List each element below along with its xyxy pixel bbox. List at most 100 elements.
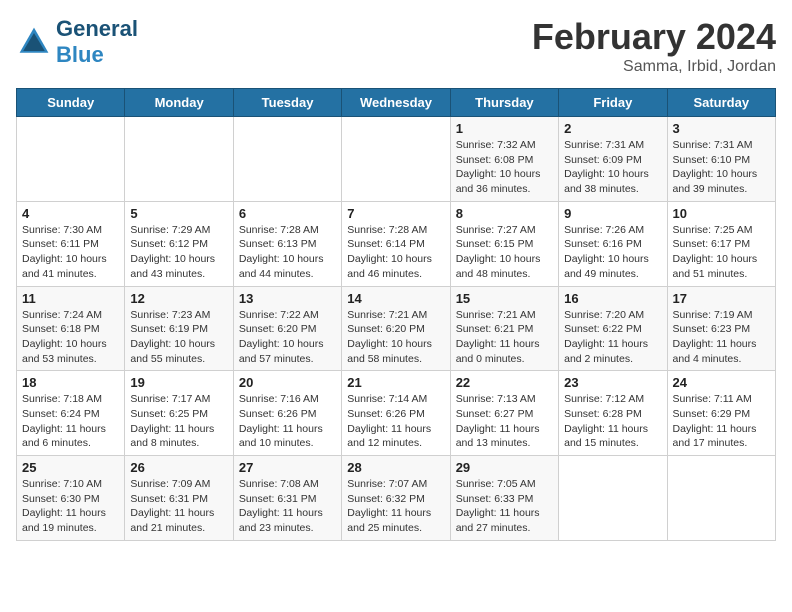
day-number: 22 bbox=[456, 375, 553, 390]
calendar-cell: 26 Sunrise: 7:09 AM Sunset: 6:31 PM Dayli… bbox=[125, 456, 233, 541]
calendar-body: 1 Sunrise: 7:32 AM Sunset: 6:08 PM Daylig… bbox=[17, 117, 776, 541]
logo-icon bbox=[16, 24, 52, 60]
header-day-tuesday: Tuesday bbox=[233, 89, 341, 117]
day-number: 1 bbox=[456, 121, 553, 136]
day-content: Sunrise: 7:11 AM Sunset: 6:29 PM Dayligh… bbox=[673, 392, 770, 451]
day-number: 6 bbox=[239, 206, 336, 221]
header-row: SundayMondayTuesdayWednesdayThursdayFrid… bbox=[17, 89, 776, 117]
day-content: Sunrise: 7:24 AM Sunset: 6:18 PM Dayligh… bbox=[22, 308, 119, 367]
calendar-cell bbox=[125, 117, 233, 202]
day-content: Sunrise: 7:05 AM Sunset: 6:33 PM Dayligh… bbox=[456, 477, 553, 536]
calendar-cell: 19 Sunrise: 7:17 AM Sunset: 6:25 PM Dayli… bbox=[125, 371, 233, 456]
day-content: Sunrise: 7:31 AM Sunset: 6:09 PM Dayligh… bbox=[564, 138, 661, 197]
day-number: 7 bbox=[347, 206, 444, 221]
day-number: 4 bbox=[22, 206, 119, 221]
calendar-table: SundayMondayTuesdayWednesdayThursdayFrid… bbox=[16, 88, 776, 541]
calendar-cell: 7 Sunrise: 7:28 AM Sunset: 6:14 PM Daylig… bbox=[342, 201, 450, 286]
day-number: 25 bbox=[22, 460, 119, 475]
day-content: Sunrise: 7:12 AM Sunset: 6:28 PM Dayligh… bbox=[564, 392, 661, 451]
day-content: Sunrise: 7:30 AM Sunset: 6:11 PM Dayligh… bbox=[22, 223, 119, 282]
calendar-cell: 18 Sunrise: 7:18 AM Sunset: 6:24 PM Dayli… bbox=[17, 371, 125, 456]
calendar-cell: 1 Sunrise: 7:32 AM Sunset: 6:08 PM Daylig… bbox=[450, 117, 558, 202]
calendar-cell: 28 Sunrise: 7:07 AM Sunset: 6:32 PM Dayli… bbox=[342, 456, 450, 541]
calendar-cell: 29 Sunrise: 7:05 AM Sunset: 6:33 PM Dayli… bbox=[450, 456, 558, 541]
calendar-cell: 4 Sunrise: 7:30 AM Sunset: 6:11 PM Daylig… bbox=[17, 201, 125, 286]
calendar-cell bbox=[17, 117, 125, 202]
logo: General Blue bbox=[16, 16, 138, 68]
day-content: Sunrise: 7:27 AM Sunset: 6:15 PM Dayligh… bbox=[456, 223, 553, 282]
month-title: February 2024 bbox=[532, 16, 776, 58]
day-number: 24 bbox=[673, 375, 770, 390]
day-content: Sunrise: 7:13 AM Sunset: 6:27 PM Dayligh… bbox=[456, 392, 553, 451]
day-content: Sunrise: 7:18 AM Sunset: 6:24 PM Dayligh… bbox=[22, 392, 119, 451]
calendar-cell: 22 Sunrise: 7:13 AM Sunset: 6:27 PM Dayli… bbox=[450, 371, 558, 456]
day-content: Sunrise: 7:10 AM Sunset: 6:30 PM Dayligh… bbox=[22, 477, 119, 536]
calendar-cell: 9 Sunrise: 7:26 AM Sunset: 6:16 PM Daylig… bbox=[559, 201, 667, 286]
day-number: 3 bbox=[673, 121, 770, 136]
day-content: Sunrise: 7:14 AM Sunset: 6:26 PM Dayligh… bbox=[347, 392, 444, 451]
day-number: 16 bbox=[564, 291, 661, 306]
day-content: Sunrise: 7:21 AM Sunset: 6:20 PM Dayligh… bbox=[347, 308, 444, 367]
header-day-thursday: Thursday bbox=[450, 89, 558, 117]
calendar-cell: 21 Sunrise: 7:14 AM Sunset: 6:26 PM Dayli… bbox=[342, 371, 450, 456]
day-number: 23 bbox=[564, 375, 661, 390]
week-row-5: 25 Sunrise: 7:10 AM Sunset: 6:30 PM Dayli… bbox=[17, 456, 776, 541]
week-row-3: 11 Sunrise: 7:24 AM Sunset: 6:18 PM Dayli… bbox=[17, 286, 776, 371]
day-content: Sunrise: 7:28 AM Sunset: 6:13 PM Dayligh… bbox=[239, 223, 336, 282]
header-day-wednesday: Wednesday bbox=[342, 89, 450, 117]
day-number: 27 bbox=[239, 460, 336, 475]
header-day-saturday: Saturday bbox=[667, 89, 775, 117]
header-day-monday: Monday bbox=[125, 89, 233, 117]
day-number: 28 bbox=[347, 460, 444, 475]
day-number: 17 bbox=[673, 291, 770, 306]
day-content: Sunrise: 7:28 AM Sunset: 6:14 PM Dayligh… bbox=[347, 223, 444, 282]
day-content: Sunrise: 7:17 AM Sunset: 6:25 PM Dayligh… bbox=[130, 392, 227, 451]
calendar-cell: 24 Sunrise: 7:11 AM Sunset: 6:29 PM Dayli… bbox=[667, 371, 775, 456]
day-content: Sunrise: 7:16 AM Sunset: 6:26 PM Dayligh… bbox=[239, 392, 336, 451]
calendar-cell bbox=[342, 117, 450, 202]
day-content: Sunrise: 7:32 AM Sunset: 6:08 PM Dayligh… bbox=[456, 138, 553, 197]
day-number: 13 bbox=[239, 291, 336, 306]
day-number: 5 bbox=[130, 206, 227, 221]
day-content: Sunrise: 7:26 AM Sunset: 6:16 PM Dayligh… bbox=[564, 223, 661, 282]
day-number: 29 bbox=[456, 460, 553, 475]
week-row-1: 1 Sunrise: 7:32 AM Sunset: 6:08 PM Daylig… bbox=[17, 117, 776, 202]
calendar-cell: 25 Sunrise: 7:10 AM Sunset: 6:30 PM Dayli… bbox=[17, 456, 125, 541]
day-number: 11 bbox=[22, 291, 119, 306]
calendar-cell bbox=[559, 456, 667, 541]
calendar-cell: 17Sunrise: 7:19 AM Sunset: 6:23 PM Dayli… bbox=[667, 286, 775, 371]
day-number: 21 bbox=[347, 375, 444, 390]
day-number: 26 bbox=[130, 460, 227, 475]
calendar-cell: 2Sunrise: 7:31 AM Sunset: 6:09 PM Daylig… bbox=[559, 117, 667, 202]
day-number: 18 bbox=[22, 375, 119, 390]
day-content: Sunrise: 7:07 AM Sunset: 6:32 PM Dayligh… bbox=[347, 477, 444, 536]
day-content: Sunrise: 7:22 AM Sunset: 6:20 PM Dayligh… bbox=[239, 308, 336, 367]
day-number: 8 bbox=[456, 206, 553, 221]
calendar-cell bbox=[233, 117, 341, 202]
calendar-cell: 5 Sunrise: 7:29 AM Sunset: 6:12 PM Daylig… bbox=[125, 201, 233, 286]
day-content: Sunrise: 7:23 AM Sunset: 6:19 PM Dayligh… bbox=[130, 308, 227, 367]
calendar-cell: 16Sunrise: 7:20 AM Sunset: 6:22 PM Dayli… bbox=[559, 286, 667, 371]
logo-blue: Blue bbox=[56, 42, 104, 67]
day-content: Sunrise: 7:29 AM Sunset: 6:12 PM Dayligh… bbox=[130, 223, 227, 282]
day-number: 19 bbox=[130, 375, 227, 390]
day-number: 9 bbox=[564, 206, 661, 221]
day-content: Sunrise: 7:09 AM Sunset: 6:31 PM Dayligh… bbox=[130, 477, 227, 536]
calendar-cell: 11 Sunrise: 7:24 AM Sunset: 6:18 PM Dayli… bbox=[17, 286, 125, 371]
calendar-cell: 3Sunrise: 7:31 AM Sunset: 6:10 PM Daylig… bbox=[667, 117, 775, 202]
header-day-friday: Friday bbox=[559, 89, 667, 117]
day-number: 10 bbox=[673, 206, 770, 221]
calendar-cell: 23 Sunrise: 7:12 AM Sunset: 6:28 PM Dayli… bbox=[559, 371, 667, 456]
calendar-cell: 12Sunrise: 7:23 AM Sunset: 6:19 PM Dayli… bbox=[125, 286, 233, 371]
day-content: Sunrise: 7:25 AM Sunset: 6:17 PM Dayligh… bbox=[673, 223, 770, 282]
calendar-cell bbox=[667, 456, 775, 541]
logo-general: General bbox=[56, 16, 138, 41]
day-number: 20 bbox=[239, 375, 336, 390]
calendar-cell: 15Sunrise: 7:21 AM Sunset: 6:21 PM Dayli… bbox=[450, 286, 558, 371]
header-day-sunday: Sunday bbox=[17, 89, 125, 117]
week-row-4: 18 Sunrise: 7:18 AM Sunset: 6:24 PM Dayli… bbox=[17, 371, 776, 456]
day-number: 15 bbox=[456, 291, 553, 306]
calendar-cell: 27Sunrise: 7:08 AM Sunset: 6:31 PM Dayli… bbox=[233, 456, 341, 541]
calendar-cell: 13 Sunrise: 7:22 AM Sunset: 6:20 PM Dayli… bbox=[233, 286, 341, 371]
calendar-cell: 14Sunrise: 7:21 AM Sunset: 6:20 PM Dayli… bbox=[342, 286, 450, 371]
